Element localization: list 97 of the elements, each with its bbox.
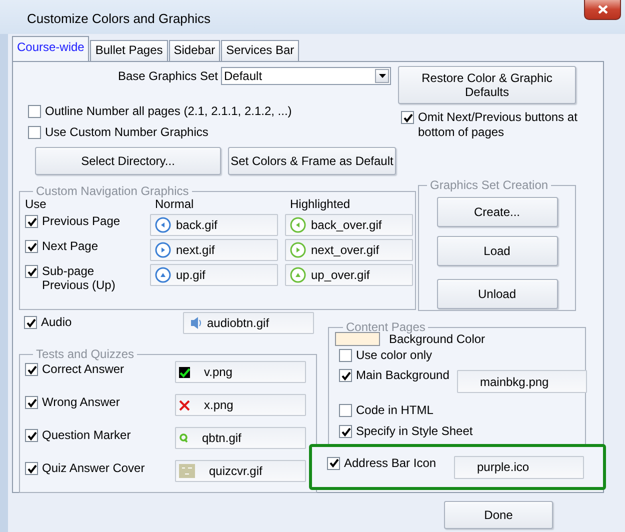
file-field[interactable]: qbtn.gif bbox=[175, 427, 306, 449]
checkbox-label: Omit Next/Previous buttons at bottom of pages bbox=[418, 110, 578, 140]
right-arrow-circle-icon bbox=[290, 242, 306, 258]
left-arrow-circle-icon bbox=[290, 217, 306, 233]
file-name: up_over.gif bbox=[311, 268, 370, 282]
card-icon bbox=[179, 464, 195, 478]
file-field[interactable]: v.png bbox=[175, 361, 306, 383]
close-icon bbox=[598, 5, 608, 14]
checkbox-label: Main Background bbox=[356, 368, 450, 383]
file-name: purple.ico bbox=[477, 460, 530, 474]
checkmark-icon bbox=[179, 366, 190, 378]
file-field[interactable]: back.gif bbox=[150, 214, 278, 236]
tab[interactable]: Course-wide bbox=[12, 36, 90, 61]
checkbox-label: Previous Page bbox=[42, 214, 120, 228]
file-field[interactable]: x.png bbox=[175, 394, 306, 416]
file-name: quizcvr.gif bbox=[209, 464, 262, 478]
checkbox-label: Use color only bbox=[356, 348, 432, 363]
group-title: Graphics Set Creation bbox=[429, 178, 550, 192]
file-name: next_over.gif bbox=[311, 243, 380, 257]
checkbox[interactable] bbox=[25, 429, 38, 442]
checkbox[interactable] bbox=[24, 316, 37, 329]
checkbox[interactable] bbox=[339, 349, 352, 362]
field-label: Background Color bbox=[389, 332, 486, 346]
file-name: audiobtn.gif bbox=[207, 316, 270, 330]
speaker-icon bbox=[188, 315, 202, 331]
file-name: up.gif bbox=[176, 268, 206, 282]
file-name: mainbkg.png bbox=[480, 374, 549, 388]
checkbox[interactable] bbox=[25, 462, 38, 475]
file-name: next.gif bbox=[176, 243, 215, 257]
button[interactable]: Unload bbox=[436, 279, 558, 309]
button[interactable]: Set Colors & Frame as Default bbox=[228, 147, 396, 175]
button[interactable]: Load bbox=[436, 236, 558, 266]
checkbox-label: Use Custom Number Graphics bbox=[45, 125, 208, 140]
file-name: v.png bbox=[204, 365, 232, 379]
field-label: Base Graphics Set bbox=[116, 69, 218, 83]
checkbox[interactable] bbox=[339, 369, 352, 382]
dropdown-button[interactable] bbox=[375, 69, 389, 83]
checkbox[interactable] bbox=[25, 363, 38, 376]
file-field[interactable]: next_over.gif bbox=[285, 239, 413, 261]
checkbox[interactable] bbox=[25, 215, 38, 228]
checkbox-label: Specify in Style Sheet bbox=[356, 424, 473, 439]
file-name: qbtn.gif bbox=[202, 431, 242, 445]
color-swatch[interactable] bbox=[335, 332, 380, 346]
left-arrow-circle-icon bbox=[155, 217, 171, 233]
dropdown[interactable]: Default bbox=[221, 67, 391, 85]
file-field[interactable]: audiobtn.gif bbox=[183, 312, 314, 334]
caret-icon bbox=[378, 74, 386, 78]
checkbox-label: Address Bar Icon bbox=[344, 456, 436, 470]
dropdown-value: Default bbox=[224, 69, 262, 83]
file-field[interactable]: next.gif bbox=[150, 239, 278, 261]
right-arrow-circle-icon bbox=[155, 242, 171, 258]
done-button[interactable]: Done bbox=[444, 501, 553, 529]
tab[interactable]: Bullet Pages bbox=[90, 40, 168, 61]
checkbox[interactable] bbox=[339, 404, 352, 417]
column-header: Use bbox=[25, 198, 48, 210]
checkbox-label: Quiz Answer Cover bbox=[42, 461, 145, 476]
file-name: back.gif bbox=[176, 218, 218, 232]
checkbox[interactable] bbox=[28, 105, 41, 118]
ring-icon bbox=[179, 433, 188, 443]
checkbox-label: Correct Answer bbox=[42, 362, 124, 377]
checkbox-label: Next Page bbox=[42, 239, 98, 253]
file-field[interactable]: up_over.gif bbox=[285, 264, 413, 286]
button[interactable]: Select Directory... bbox=[35, 147, 221, 175]
group-title: Custom Navigation Graphics bbox=[35, 184, 190, 198]
checkbox-label: Question Marker bbox=[42, 428, 131, 443]
column-header: Highlighted bbox=[289, 198, 352, 210]
group-title: Content Pages bbox=[345, 320, 426, 334]
window-title: Customize Colors and Graphics bbox=[27, 11, 211, 26]
checkbox[interactable] bbox=[28, 126, 41, 139]
file-name: back_over.gif bbox=[311, 218, 382, 232]
file-field[interactable]: up.gif bbox=[150, 264, 278, 286]
group-title: Tests and Quizzes bbox=[35, 347, 136, 361]
checkbox-label: Outline Number all pages (2.1, 2.1.1, 2.1.2, ...) bbox=[45, 104, 292, 119]
close-button[interactable] bbox=[584, 0, 621, 20]
checkbox[interactable] bbox=[25, 240, 38, 253]
file-field[interactable]: purple.ico bbox=[454, 456, 584, 478]
restore-button[interactable]: Restore Color & Graphic Defaults bbox=[398, 66, 576, 104]
file-field[interactable]: back_over.gif bbox=[285, 214, 413, 236]
button[interactable]: Create... bbox=[436, 197, 558, 227]
tab[interactable]: Services Bar bbox=[221, 40, 300, 61]
checkbox[interactable] bbox=[25, 396, 38, 409]
cross-icon bbox=[179, 400, 190, 410]
file-name: x.png bbox=[204, 398, 234, 412]
checkbox-label: Wrong Answer bbox=[42, 395, 120, 410]
file-field[interactable]: mainbkg.png bbox=[457, 370, 587, 393]
checkbox-label: Sub-page Previous (Up) bbox=[42, 264, 116, 292]
up-arrow-circle-icon bbox=[290, 267, 306, 283]
checkbox[interactable] bbox=[327, 456, 340, 470]
file-field[interactable]: quizcvr.gif bbox=[175, 460, 306, 482]
checkbox[interactable] bbox=[339, 425, 352, 438]
checkbox[interactable] bbox=[25, 265, 38, 278]
tab[interactable]: Sidebar bbox=[168, 40, 220, 61]
checkbox-label: Code in HTML bbox=[356, 403, 434, 418]
up-arrow-circle-icon bbox=[155, 267, 171, 283]
column-header: Normal bbox=[155, 198, 195, 210]
checkbox-label: Audio bbox=[41, 315, 72, 330]
checkbox[interactable] bbox=[401, 111, 414, 124]
